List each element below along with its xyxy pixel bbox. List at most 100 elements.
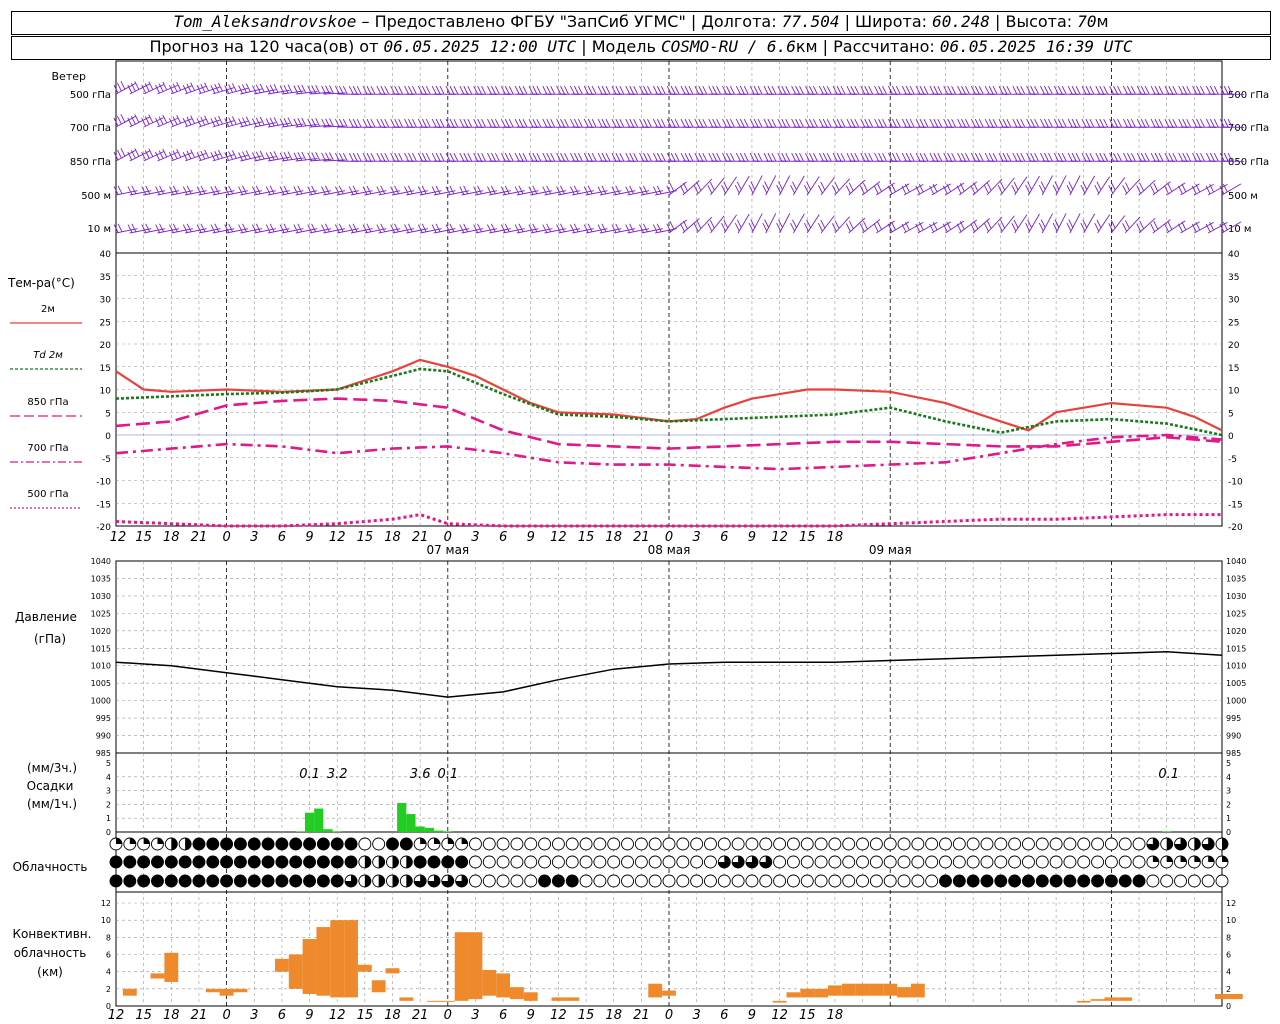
- cloud-fill-full: [110, 856, 122, 868]
- bottom-hour-tick-label: 15: [135, 1008, 152, 1023]
- wind-barb-flag: [683, 220, 688, 230]
- cloud-cover-symbol: [220, 855, 234, 869]
- wind-barb-flag: [370, 153, 376, 162]
- cloud-cover-symbol: [510, 874, 524, 888]
- cloud-cover-symbol: [482, 837, 496, 851]
- wind-barb-flag: [417, 118, 423, 128]
- cloud-cover-symbol: [123, 874, 137, 888]
- wind-barb: [751, 175, 763, 196]
- wind-barb-flag: [736, 219, 742, 228]
- wind-barb-flag: [459, 186, 465, 195]
- cloud-cover-symbol: [621, 837, 634, 851]
- wind-barb-flag: [895, 119, 901, 128]
- wind-barb-flag: [850, 152, 856, 162]
- wind-barb-flag: [947, 85, 953, 95]
- wind-barb-flag: [1186, 153, 1192, 162]
- wind-barb-flag: [1209, 85, 1215, 95]
- cloud-fill-quarter: [157, 838, 164, 844]
- cloud-cover-symbol: [842, 855, 856, 869]
- cloud-cover-symbol: [579, 874, 593, 888]
- wind-barb-flag: [748, 222, 754, 232]
- wind-barb-flag: [546, 85, 552, 95]
- wind-barb-flag: [1075, 86, 1081, 95]
- cloud-cover-symbol: [814, 837, 828, 851]
- hour-tick-label: 0: [222, 530, 230, 545]
- cloud-cover-symbol: [1201, 874, 1215, 888]
- wind-barb-flag: [1038, 222, 1044, 232]
- wind-barb-flag: [1061, 86, 1067, 95]
- bottom-hour-tick-label: 12: [550, 1008, 567, 1023]
- bottom-hour-tick-label: 12: [108, 1008, 125, 1023]
- wind-barb-flag: [159, 223, 164, 232]
- pressure-ytick-right: 1035: [1226, 574, 1246, 583]
- precip-unit-1h: (мм/1ч.): [27, 797, 77, 811]
- wind-barb-flag: [877, 183, 882, 192]
- wind-barb-flag: [321, 186, 326, 195]
- wind-barb-flag: [688, 153, 694, 162]
- cloud-fill-full: [137, 856, 150, 868]
- wind-barb-flag: [961, 118, 966, 128]
- wind-barb-flag: [1099, 85, 1105, 95]
- wind-barb-flag: [467, 153, 473, 162]
- wind-barb-flag: [536, 86, 542, 95]
- cloud-cover-symbol: [1187, 855, 1201, 869]
- wind-barb-flag: [321, 224, 326, 233]
- wind-barb-flag: [425, 153, 431, 162]
- temp-ytick-right: 35: [1228, 273, 1239, 283]
- cloud-cover-symbol: [413, 837, 427, 851]
- cloud-cover-symbol: [386, 837, 399, 851]
- wind-barb-flag: [127, 224, 133, 233]
- cloud-cover-symbol: [261, 837, 275, 851]
- wind-barb-flag: [712, 152, 718, 162]
- cloud-fill-quarter: [447, 838, 454, 844]
- cloud-circle: [1063, 855, 1077, 869]
- bottom-hour-tick-label: 12: [771, 1008, 788, 1023]
- cloud-cover-symbol: [151, 837, 164, 851]
- cloud-circle: [800, 837, 814, 851]
- cloud-cover-symbol: [330, 855, 344, 869]
- wind-barb-flag: [255, 151, 261, 160]
- wind-barb-flag: [1150, 185, 1156, 194]
- cloud-cover-symbol: [911, 855, 925, 869]
- cloud-circle: [952, 855, 966, 869]
- cloud-circle: [1077, 855, 1091, 869]
- wind-barb-flag: [1140, 118, 1146, 128]
- cloud-circle: [731, 874, 745, 888]
- bottom-hour-tick-label: 18: [605, 1008, 622, 1023]
- wind-barb-flag: [1154, 118, 1160, 128]
- wind-level-label: 500 гПа: [70, 90, 111, 101]
- wind-barb-flag: [882, 119, 887, 128]
- wind-barb-flag: [846, 85, 852, 95]
- cloud-circle: [897, 837, 911, 851]
- wind-barb-flag: [293, 186, 299, 195]
- wind-barb-flag: [491, 152, 496, 162]
- wind-barb-flag: [255, 117, 261, 126]
- cloud-circle: [1091, 855, 1105, 869]
- wind-barb-flag: [965, 86, 970, 95]
- wind-barb-flag: [748, 184, 754, 194]
- cloud-cover-symbol: [455, 837, 469, 851]
- cloud-fill-full: [192, 838, 205, 850]
- wind-barb-flag: [961, 152, 966, 162]
- conv-cloud-bar: [897, 987, 911, 998]
- wind-barb-flag: [605, 153, 611, 162]
- wind-barb-flag: [1113, 85, 1118, 95]
- conv-cloud-bar: [786, 992, 801, 998]
- wind-barb-flag: [297, 118, 303, 127]
- cloud-cover-symbol: [731, 874, 745, 888]
- wind-barb-flag: [577, 86, 583, 95]
- cloud-cover-symbol: [275, 855, 289, 869]
- wind-barb-flag: [757, 86, 763, 95]
- conv-cloud-bar: [1104, 997, 1119, 1001]
- wind-barb-flag: [998, 118, 1004, 128]
- wind-barb: [751, 213, 763, 234]
- wind-barb-flag: [734, 184, 740, 194]
- conv-panel-unit: (км): [37, 965, 63, 979]
- precip-bar: [295, 831, 305, 832]
- conv-cloud-bar: [205, 988, 220, 993]
- wind-barb-flag: [984, 118, 990, 128]
- cloud-circle: [1091, 837, 1105, 851]
- cloud-cover-symbol: [731, 837, 745, 851]
- wind-barb-flag: [878, 118, 883, 128]
- hour-tick-label: 15: [135, 530, 152, 545]
